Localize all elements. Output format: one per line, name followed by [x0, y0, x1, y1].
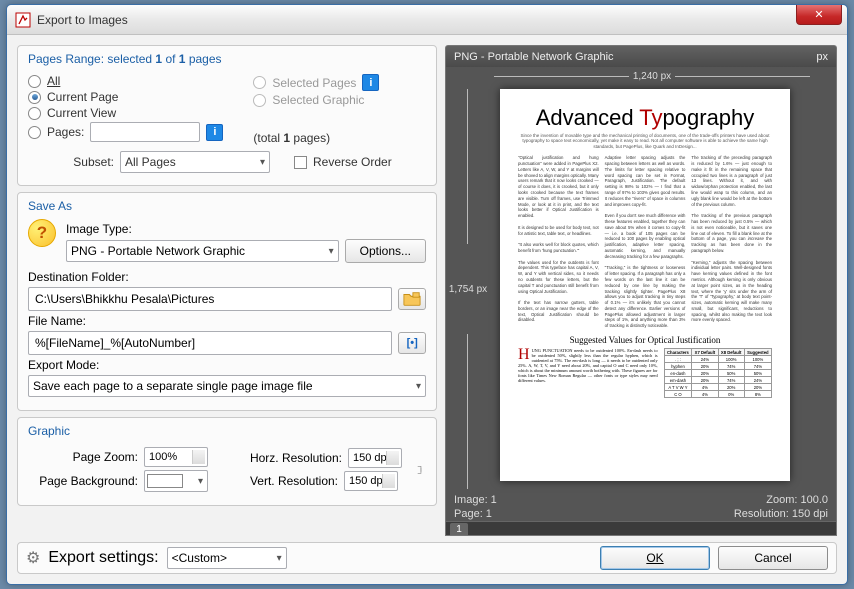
browse-folder-button[interactable] [398, 288, 426, 310]
ruler-left: 1,754 px [446, 85, 490, 493]
window-title: Export to Images [37, 13, 128, 27]
doc-col-3: The tracking of the preceding paragraph … [691, 155, 772, 329]
graphic-group: Graphic Page Zoom: 100% Page Background: [17, 417, 437, 506]
preview-pager[interactable]: 1 [446, 521, 836, 536]
preview-header: PNG - Portable Network Graphic px [445, 45, 837, 67]
subset-label: Subset: [28, 155, 114, 169]
export-to-images-dialog: Export to Images ✕ Pages Range: selected… [6, 4, 848, 585]
preview-resolution: Resolution: 150 dpi [734, 508, 828, 520]
pager-page-1[interactable]: 1 [450, 523, 468, 537]
save-as-group: Save As ? Image Type: PNG - Portable Net… [17, 192, 437, 411]
radio-all[interactable] [28, 75, 41, 88]
file-name-label: File Name: [28, 314, 86, 328]
page-bg-label: Page Background: [28, 474, 138, 488]
total-pages-label: (total 1 pages) [253, 131, 330, 145]
subset-dropdown[interactable]: All Pages [120, 151, 270, 173]
doc-heading2: Suggested Values for Optical Justificati… [518, 335, 772, 345]
titlebar[interactable]: Export to Images ✕ [7, 5, 847, 35]
radio-selected-graphic [253, 94, 266, 107]
preview-image-idx: Image: 1 [454, 494, 497, 506]
pages-range-title: Pages Range: selected 1 of 1 pages [28, 52, 426, 66]
bottom-bar: ⚙ Export settings: <Custom> OK Cancel [17, 542, 837, 574]
image-type-dropdown[interactable]: PNG - Portable Network Graphic [66, 240, 339, 262]
dest-folder-input[interactable]: C:\Users\Bhikkhu Pesala\Pictures [28, 287, 392, 311]
label-current-page: Current Page [47, 90, 118, 104]
gear-icon: ⚙ [26, 548, 40, 568]
page-preview: Advanced Typography Since the invention … [500, 89, 790, 481]
export-settings-label: Export settings: [48, 549, 158, 567]
pages-info-icon[interactable]: i [206, 124, 223, 141]
pages-input[interactable] [90, 122, 200, 142]
page-zoom-input[interactable]: 100% [144, 447, 208, 467]
image-type-label: Image Type: [66, 222, 132, 236]
label-all: All [47, 74, 60, 88]
app-icon [15, 12, 31, 28]
hres-label: Horz. Resolution: [250, 451, 342, 465]
doc-bottom-text: HUNG PUNCTUATION needs to be outdented 1… [518, 348, 658, 398]
doc-table: CharactersX7 DefaultX8 DefaultSuggested … [664, 348, 772, 398]
reverse-order-label: Reverse Order [313, 155, 392, 169]
graphic-title: Graphic [28, 424, 426, 438]
page-zoom-label: Page Zoom: [28, 450, 138, 464]
export-mode-dropdown[interactable]: Save each page to a separate single page… [28, 375, 426, 397]
radio-pages[interactable] [28, 126, 41, 139]
vres-input[interactable]: 150 dpi [344, 471, 398, 491]
reverse-order-checkbox[interactable] [294, 156, 307, 169]
dest-folder-label: Destination Folder: [28, 270, 129, 284]
label-pages: Pages: [47, 125, 84, 139]
export-mode-label: Export Mode: [28, 358, 99, 372]
help-icon[interactable]: ? [28, 219, 56, 247]
doc-col-1: "Optical justification and hung punctuat… [518, 155, 599, 329]
ruler-top: 1,240 px [490, 67, 814, 85]
hres-input[interactable]: 150 dpi [348, 448, 402, 468]
save-as-title: Save As [28, 199, 426, 213]
radio-current-view[interactable] [28, 107, 41, 120]
cancel-button[interactable]: Cancel [718, 546, 828, 570]
close-button[interactable]: ✕ [796, 5, 842, 25]
options-button[interactable]: Options... [345, 239, 426, 263]
preview-format: PNG - Portable Network Graphic [454, 51, 614, 63]
selected-pages-info-icon[interactable]: i [362, 74, 379, 91]
vres-label: Vert. Resolution: [250, 474, 338, 488]
preview-footer: Image: 1 Zoom: 100.0 Page: 1 Resolution:… [446, 493, 836, 535]
preview-panel: PNG - Portable Network Graphic px 1,240 … [445, 45, 837, 536]
doc-title: Advanced Typography [518, 105, 772, 131]
radio-selected-pages [253, 76, 266, 89]
ok-button[interactable]: OK [600, 546, 710, 570]
label-current-view: Current View [47, 106, 116, 120]
preview-viewport[interactable]: 1,240 px 1,754 px Advanced Typography Si… [445, 67, 837, 536]
export-settings-dropdown[interactable]: <Custom> [167, 547, 287, 569]
file-name-input[interactable]: %[FileName]_%[AutoNumber] [28, 331, 392, 355]
doc-col-2: Adaptive letter spacing adjusts the spac… [605, 155, 686, 329]
preview-zoom: Zoom: 100.0 [766, 494, 828, 506]
preview-page-idx: Page: 1 [454, 508, 492, 520]
doc-subtitle: Since the invention of movable type and … [518, 133, 772, 149]
page-bg-dropdown[interactable] [144, 470, 208, 492]
pages-range-group: Pages Range: selected 1 of 1 pages All C… [17, 45, 437, 186]
label-selected-pages: Selected Pages [272, 76, 356, 90]
file-name-macro-button[interactable]: [•] [398, 332, 426, 354]
label-selected-graphic: Selected Graphic [272, 93, 364, 107]
radio-current-page[interactable] [28, 91, 41, 104]
resolution-link-icon[interactable]: ┐┘ [416, 463, 426, 477]
page-bg-swatch [147, 474, 183, 488]
preview-unit: px [816, 51, 828, 63]
